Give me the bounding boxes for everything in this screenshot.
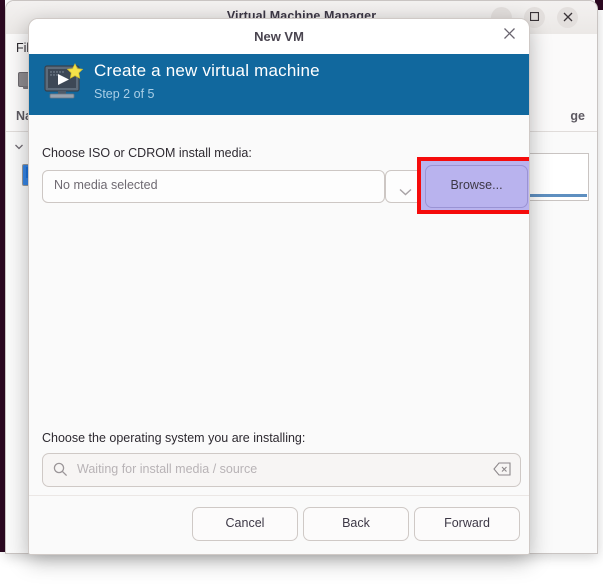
close-icon[interactable] bbox=[557, 7, 578, 28]
chevron-down-icon[interactable] bbox=[14, 139, 24, 149]
media-combo-value: No media selected bbox=[54, 178, 158, 192]
screen: Virtual Machine Manager File Name ge bbox=[0, 0, 603, 587]
forward-button-label: Forward bbox=[415, 516, 519, 530]
clear-backspace-icon[interactable] bbox=[493, 462, 511, 481]
dialog-title: New VM bbox=[29, 29, 529, 44]
back-button[interactable]: Back bbox=[303, 507, 409, 541]
new-virtual-machine-icon bbox=[42, 63, 88, 105]
media-combo-input[interactable]: No media selected bbox=[42, 170, 385, 203]
cancel-button[interactable]: Cancel bbox=[192, 507, 298, 541]
media-label: Choose ISO or CDROM install media: bbox=[42, 146, 252, 160]
browse-button-label: Browse... bbox=[426, 178, 527, 192]
os-search-placeholder: Waiting for install media / source bbox=[77, 462, 257, 476]
column-header-usage[interactable]: ge bbox=[570, 109, 585, 123]
forward-button[interactable]: Forward bbox=[414, 507, 520, 541]
banner-title: Create a new virtual machine bbox=[94, 61, 320, 81]
os-label: Choose the operating system you are inst… bbox=[42, 431, 305, 445]
back-button-label: Back bbox=[304, 516, 408, 530]
search-icon bbox=[53, 462, 68, 482]
close-icon[interactable] bbox=[499, 27, 519, 47]
os-search-input[interactable]: Waiting for install media / source bbox=[42, 453, 521, 487]
chevron-down-icon bbox=[399, 183, 412, 201]
dialog-banner: Create a new virtual machine Step 2 of 5 bbox=[29, 54, 529, 115]
dialog-body: Choose ISO or CDROM install media: No me… bbox=[29, 115, 529, 554]
browse-button[interactable]: Browse... bbox=[425, 165, 528, 208]
dialog-titlebar[interactable]: New VM bbox=[29, 19, 529, 55]
cancel-button-label: Cancel bbox=[193, 516, 297, 530]
new-vm-dialog[interactable]: New VM bbox=[28, 18, 530, 555]
banner-step: Step 2 of 5 bbox=[94, 87, 154, 101]
dialog-footer: Cancel Back Forward bbox=[29, 495, 529, 554]
